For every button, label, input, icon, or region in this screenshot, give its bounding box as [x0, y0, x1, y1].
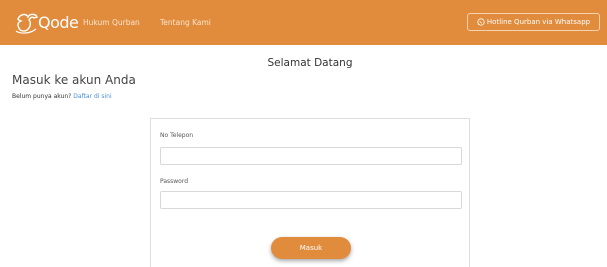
login-button[interactable]: Masuk	[271, 237, 351, 259]
goat-logo-icon	[15, 13, 38, 34]
login-button-label: Masuk	[299, 244, 323, 252]
whatsapp-icon	[477, 18, 485, 26]
navbar: Qode Hukum Qurban Tentang Kami Hotline Q…	[0, 0, 607, 45]
password-input[interactable]	[160, 191, 462, 209]
login-heading: Masuk ke akun Anda	[12, 73, 136, 87]
signup-link[interactable]: Daftar di sini	[73, 93, 111, 100]
password-label: Password	[160, 178, 189, 185]
hotline-label: Hotline Qurban via Whatsapp	[486, 18, 591, 26]
whatsapp-hotline-button[interactable]: Hotline Qurban via Whatsapp	[467, 13, 600, 31]
brand-logo[interactable]: Qode	[14, 9, 79, 37]
nav-link-hukum-qurban[interactable]: Hukum Qurban	[83, 18, 140, 27]
signup-prompt: Belum punya akun? Daftar di sini	[12, 93, 112, 100]
login-form: No Telepon Password Masuk	[150, 118, 470, 267]
signup-prompt-text: Belum punya akun?	[12, 93, 72, 100]
phone-label: No Telepon	[160, 132, 194, 139]
brand-name: Qode	[38, 13, 79, 32]
phone-input[interactable]	[160, 147, 462, 165]
welcome-title: Selamat Datang	[267, 57, 353, 69]
nav-link-tentang-kami[interactable]: Tentang Kami	[160, 18, 211, 27]
